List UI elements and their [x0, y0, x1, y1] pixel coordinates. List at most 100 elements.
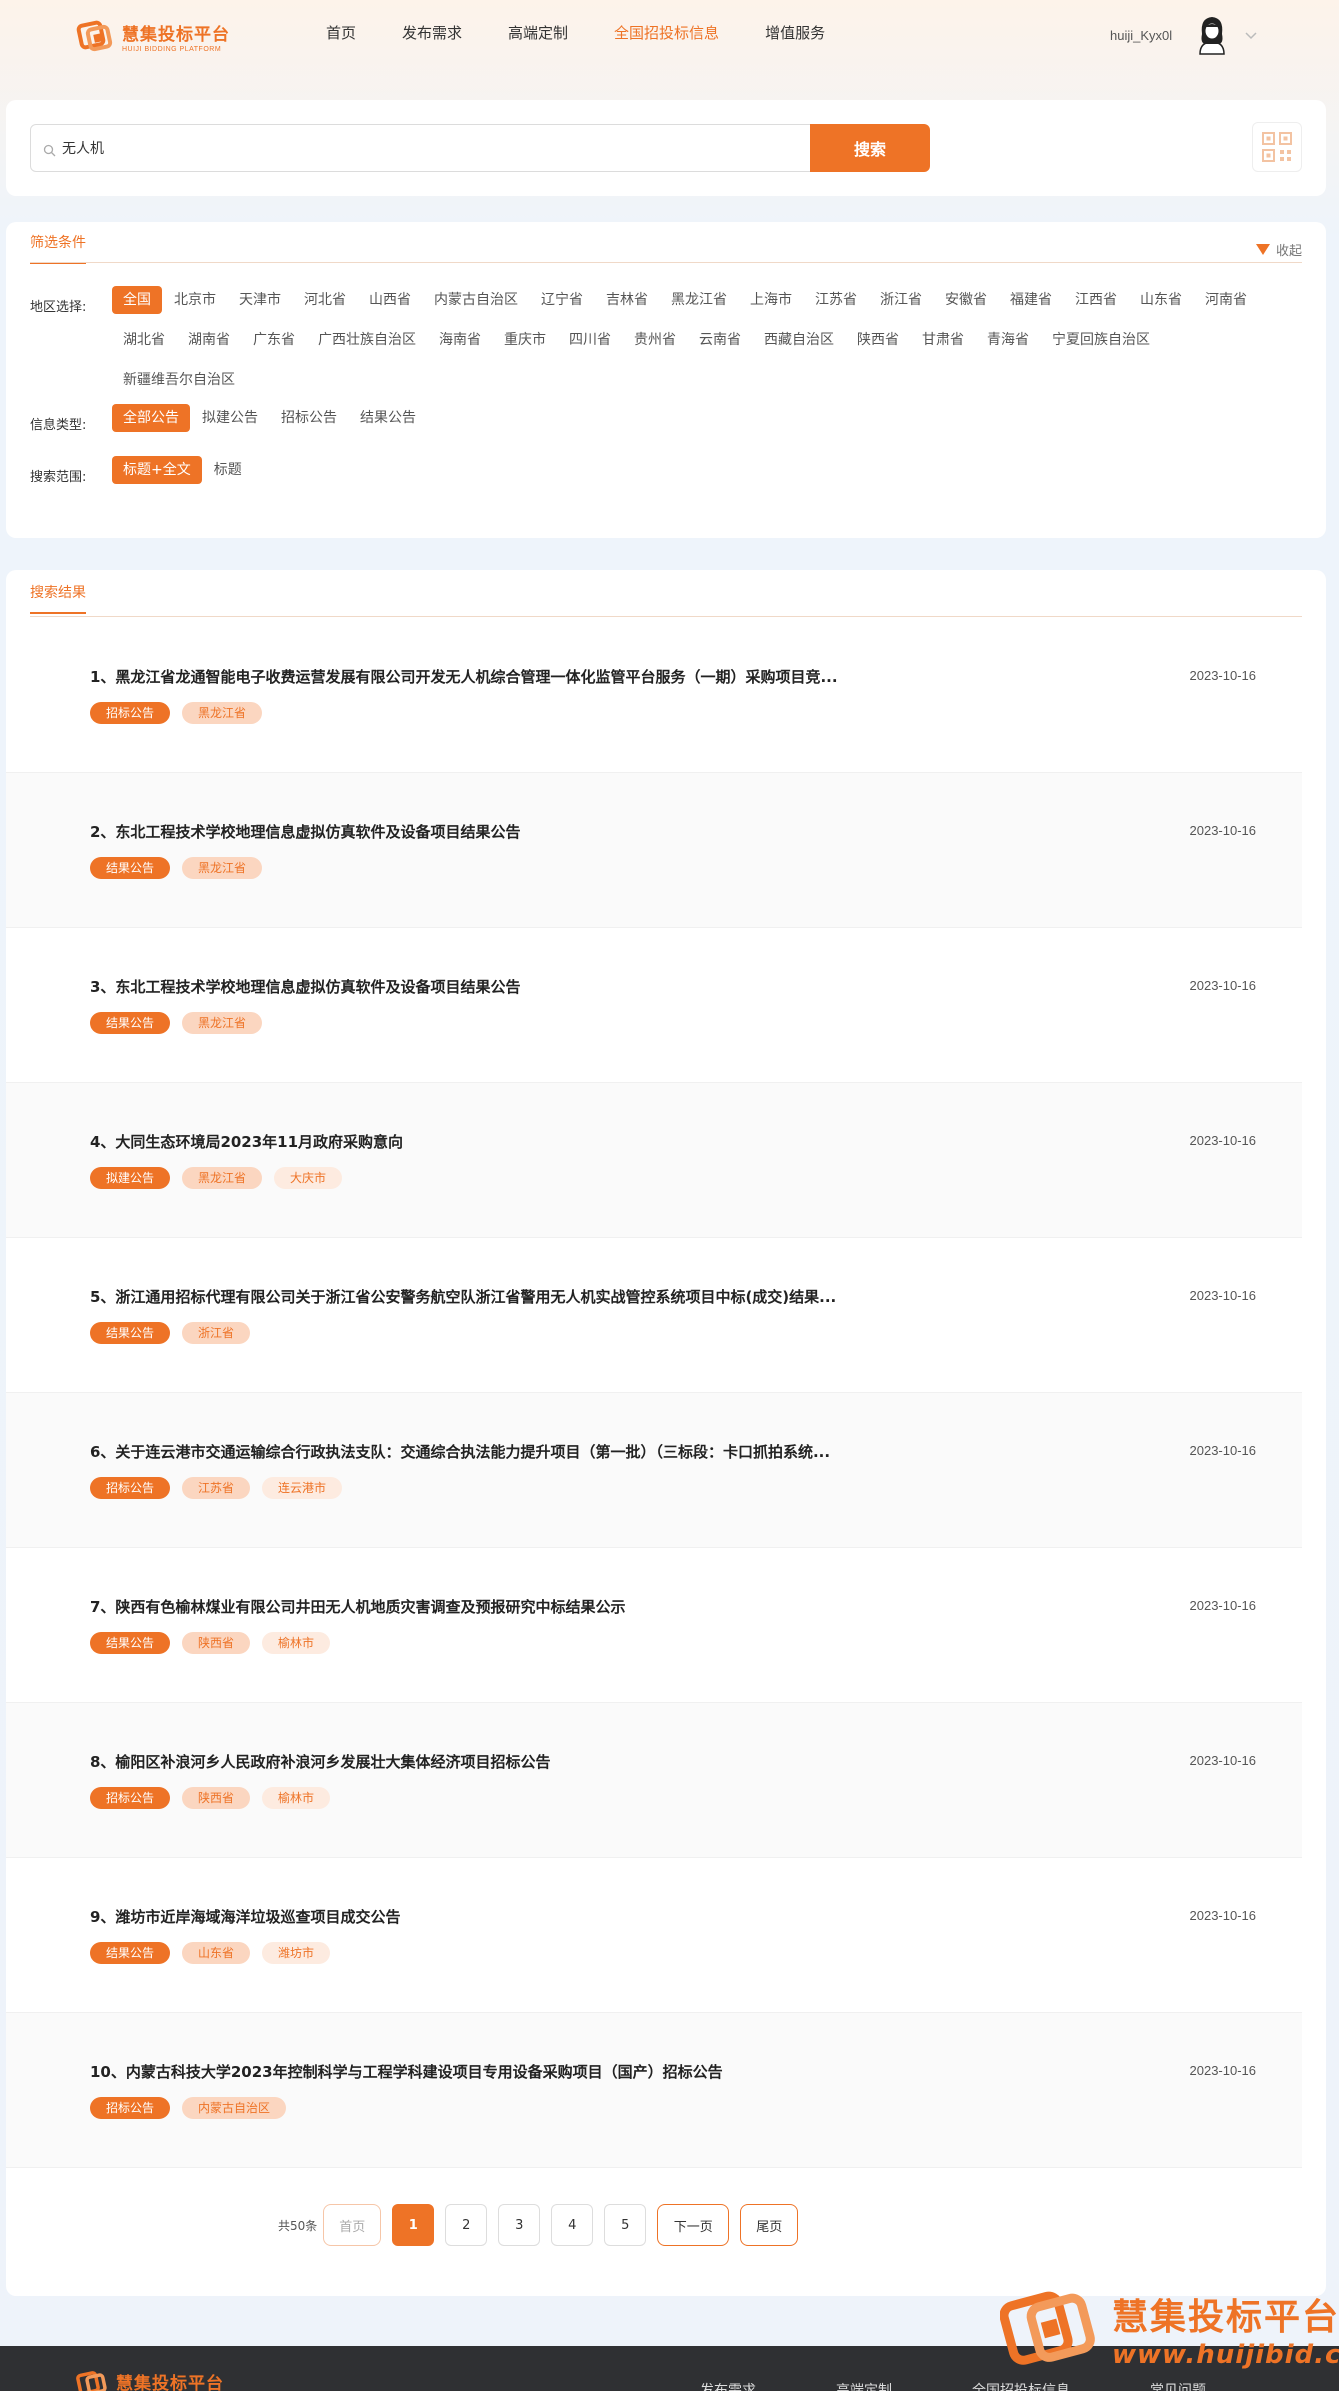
- result-row[interactable]: 3、东北工程技术学校地理信息虚拟仿真软件及设备项目结果公告 2023-10-16 结…: [6, 928, 1302, 1083]
- region-chip[interactable]: 江苏省: [804, 286, 868, 314]
- result-title[interactable]: 9、潍坊市近岸海域海洋垃圾巡查项目成交公告: [90, 1906, 400, 1927]
- page-button-5[interactable]: 5: [604, 2204, 647, 2246]
- region-chip[interactable]: 全国: [112, 286, 162, 314]
- region-chip[interactable]: 四川省: [558, 326, 622, 354]
- result-date: 2023-10-16: [1189, 668, 1257, 683]
- result-title[interactable]: 5、浙江通用招标代理有限公司关于浙江省公安警务航空队浙江省警用无人机实战管控系统…: [90, 1286, 836, 1307]
- region-chip[interactable]: 西藏自治区: [753, 326, 845, 354]
- region-chip[interactable]: 黑龙江省: [660, 286, 738, 314]
- region-chip[interactable]: 云南省: [688, 326, 752, 354]
- result-tags: 招标公告 内蒙古自治区: [90, 2097, 298, 2119]
- site-logo[interactable]: 慧集投标平台 HUIJI BIDDING PLATFORM: [76, 16, 230, 56]
- page-button-1[interactable]: 1: [392, 2204, 435, 2246]
- type-chip[interactable]: 招标公告: [270, 404, 348, 432]
- region-chip[interactable]: 上海市: [739, 286, 803, 314]
- region-chip[interactable]: 湖南省: [177, 326, 241, 354]
- result-row[interactable]: 8、榆阳区补浪河乡人民政府补浪河乡发展壮大集体经济项目招标公告 2023-10-1…: [6, 1703, 1302, 1858]
- page-button-2[interactable]: 2: [445, 2204, 488, 2246]
- result-date: 2023-10-16: [1189, 1598, 1257, 1613]
- first-page-button[interactable]: 首页: [323, 2204, 382, 2246]
- result-row[interactable]: 9、潍坊市近岸海域海洋垃圾巡查项目成交公告 2023-10-16 结果公告 山东省 潍坊…: [6, 1858, 1302, 2013]
- results-tab[interactable]: 搜索结果: [30, 582, 86, 614]
- type-chip[interactable]: 结果公告: [349, 404, 427, 432]
- nav-home[interactable]: 首页: [326, 22, 356, 43]
- user-menu[interactable]: huiji_Kyx0l: [1110, 14, 1258, 56]
- region-chip[interactable]: 山西省: [358, 286, 422, 314]
- type-chip[interactable]: 拟建公告: [191, 404, 269, 432]
- province-tag: 内蒙古自治区: [182, 2097, 287, 2119]
- region-chip[interactable]: 湖北省: [112, 326, 176, 354]
- region-chip[interactable]: 吉林省: [595, 286, 659, 314]
- nav-national-bidding[interactable]: 全国招投标信息: [614, 22, 719, 43]
- result-row[interactable]: 7、陕西有色榆林煤业有限公司井田无人机地质灾害调查及预报研究中标结果公示 2023…: [6, 1548, 1302, 1703]
- region-chip[interactable]: 青海省: [976, 326, 1040, 354]
- chevron-down-icon[interactable]: [1244, 28, 1258, 42]
- scope-chip[interactable]: 标题+全文: [112, 456, 202, 484]
- footer-link-bidding[interactable]: 全国招投标信息: [972, 2380, 1070, 2391]
- nav-custom[interactable]: 高端定制: [508, 22, 568, 43]
- region-chip[interactable]: 重庆市: [493, 326, 557, 354]
- region-chip[interactable]: 宁夏回族自治区: [1041, 326, 1161, 354]
- region-chip[interactable]: 天津市: [228, 286, 292, 314]
- region-chip[interactable]: 福建省: [999, 286, 1063, 314]
- result-row[interactable]: 1、黑龙江省龙通智能电子收费运营发展有限公司开发无人机综合管理一体化监管平台服务…: [6, 618, 1302, 773]
- result-date: 2023-10-16: [1189, 1133, 1257, 1148]
- region-chip[interactable]: 贵州省: [623, 326, 687, 354]
- footer-link-faq[interactable]: 常见问题: [1150, 2380, 1206, 2391]
- city-tag: 潍坊市: [262, 1942, 331, 1964]
- region-chip[interactable]: 广西壮族自治区: [307, 326, 427, 354]
- region-chip[interactable]: 浙江省: [869, 286, 933, 314]
- result-title[interactable]: 1、黑龙江省龙通智能电子收费运营发展有限公司开发无人机综合管理一体化监管平台服务…: [90, 666, 838, 687]
- qr-code-icon[interactable]: [1252, 122, 1302, 172]
- result-date: 2023-10-16: [1189, 978, 1257, 993]
- search-button[interactable]: 搜索: [810, 124, 930, 172]
- region-chip[interactable]: 内蒙古自治区: [423, 286, 529, 314]
- nav-publish-demand[interactable]: 发布需求: [402, 22, 462, 43]
- result-title[interactable]: 7、陕西有色榆林煤业有限公司井田无人机地质灾害调查及预报研究中标结果公示: [90, 1596, 625, 1617]
- result-title[interactable]: 2、东北工程技术学校地理信息虚拟仿真软件及设备项目结果公告: [90, 821, 520, 842]
- nav-value-added[interactable]: 增值服务: [765, 22, 825, 43]
- region-chip[interactable]: 广东省: [242, 326, 306, 354]
- footer-link-custom[interactable]: 高端定制: [836, 2380, 892, 2391]
- result-title[interactable]: 3、东北工程技术学校地理信息虚拟仿真软件及设备项目结果公告: [90, 976, 520, 997]
- type-chip[interactable]: 全部公告: [112, 404, 190, 432]
- logo-icon: [76, 16, 116, 56]
- region-chip[interactable]: 甘肃省: [911, 326, 975, 354]
- region-chip[interactable]: 江西省: [1064, 286, 1128, 314]
- search-icon: [43, 142, 56, 156]
- region-chip[interactable]: 安徽省: [934, 286, 998, 314]
- result-row[interactable]: 5、浙江通用招标代理有限公司关于浙江省公安警务航空队浙江省警用无人机实战管控系统…: [6, 1238, 1302, 1393]
- region-chip[interactable]: 河南省: [1194, 286, 1258, 314]
- result-title[interactable]: 6、关于连云港市交通运输综合行政执法支队：交通综合执法能力提升项目（第一批）（三…: [90, 1441, 830, 1462]
- result-tags: 拟建公告 黑龙江省 大庆市: [90, 1167, 354, 1189]
- page-button-3[interactable]: 3: [498, 2204, 541, 2246]
- result-title[interactable]: 4、大同生态环境局2023年11月政府采购意向: [90, 1131, 403, 1152]
- collapse-toggle[interactable]: 收起: [1255, 240, 1302, 259]
- city-tag: 大庆市: [274, 1167, 343, 1189]
- search-input[interactable]: [62, 140, 762, 156]
- result-row[interactable]: 10、内蒙古科技大学2023年控制科学与工程学科建设项目专用设备采购项目（国产）…: [6, 2013, 1302, 2168]
- result-row[interactable]: 2、东北工程技术学校地理信息虚拟仿真软件及设备项目结果公告 2023-10-16 结…: [6, 773, 1302, 928]
- last-page-button[interactable]: 尾页: [740, 2204, 799, 2246]
- footer-link-publish[interactable]: 发布需求: [700, 2380, 756, 2391]
- scope-chip[interactable]: 标题: [203, 456, 253, 484]
- search-box[interactable]: [30, 124, 818, 172]
- result-row[interactable]: 4、大同生态环境局2023年11月政府采购意向 2023-10-16 拟建公告 黑龙江…: [6, 1083, 1302, 1238]
- region-chip[interactable]: 山东省: [1129, 286, 1193, 314]
- region-chip[interactable]: 辽宁省: [530, 286, 594, 314]
- filter-tab[interactable]: 筛选条件: [30, 232, 86, 264]
- result-title[interactable]: 8、榆阳区补浪河乡人民政府补浪河乡发展壮大集体经济项目招标公告: [90, 1751, 550, 1772]
- region-chip[interactable]: 河北省: [293, 286, 357, 314]
- page-button-4[interactable]: 4: [551, 2204, 594, 2246]
- type-tag: 结果公告: [90, 857, 171, 879]
- next-page-button[interactable]: 下一页: [657, 2204, 730, 2246]
- region-chip[interactable]: 陕西省: [846, 326, 910, 354]
- result-row[interactable]: 6、关于连云港市交通运输综合行政执法支队：交通综合执法能力提升项目（第一批）（三…: [6, 1393, 1302, 1548]
- avatar[interactable]: [1194, 14, 1230, 56]
- footer-logo[interactable]: 慧集投标平台: [76, 2366, 224, 2391]
- region-chip[interactable]: 北京市: [163, 286, 227, 314]
- region-chip[interactable]: 新疆维吾尔自治区: [112, 366, 246, 394]
- region-chip[interactable]: 海南省: [428, 326, 492, 354]
- result-title[interactable]: 10、内蒙古科技大学2023年控制科学与工程学科建设项目专用设备采购项目（国产）…: [90, 2061, 723, 2082]
- type-tag: 拟建公告: [90, 1167, 171, 1189]
